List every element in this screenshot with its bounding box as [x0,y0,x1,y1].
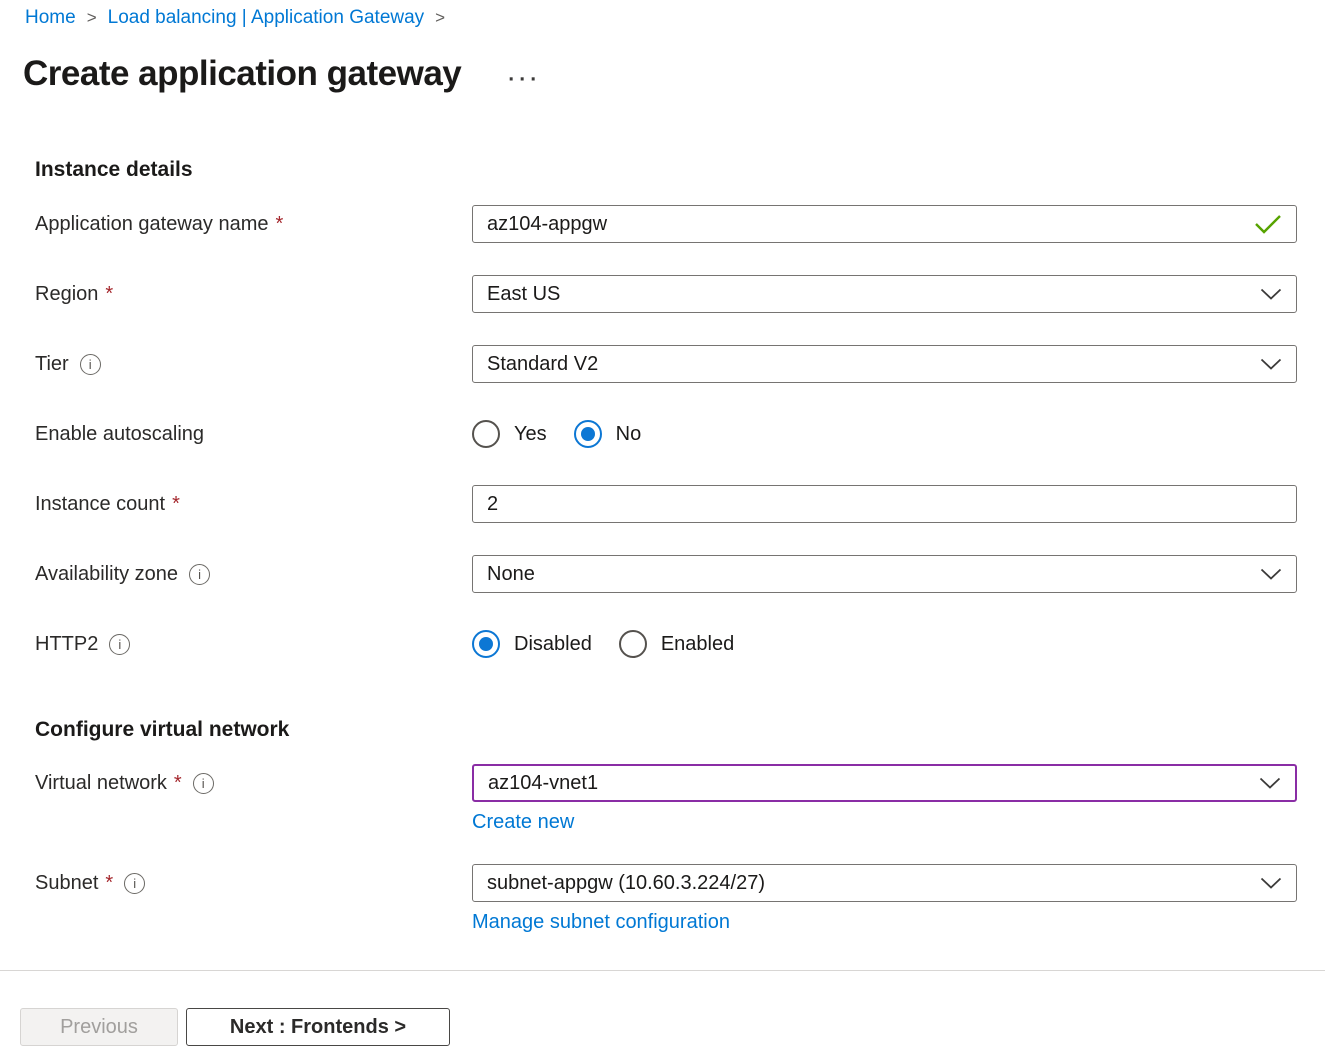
field-row-availability-zone: Availability zone i None [35,555,1297,593]
title-row: Create application gateway ··· [23,54,1325,94]
create-new-link[interactable]: Create new [472,811,574,834]
label-text: Availability zone [35,563,178,586]
autoscaling-yes-radio[interactable]: Yes [472,420,547,448]
breadcrumb-home-link[interactable]: Home [25,7,76,29]
field-row-region: Region * East US [35,275,1297,313]
instance-count-label: Instance count * [35,485,472,523]
breadcrumb-separator: > [435,8,445,28]
manage-subnet-configuration-link[interactable]: Manage subnet configuration [472,911,730,934]
info-icon[interactable]: i [193,773,214,794]
field-row-tier: Tier i Standard V2 [35,345,1297,383]
subnet-dropdown[interactable]: subnet-appgw (10.60.3.224/27) [472,864,1297,902]
chevron-down-icon [1260,358,1282,370]
tier-label: Tier i [35,345,472,383]
app-gateway-name-label: Application gateway name * [35,205,472,243]
breadcrumb: Home > Load balancing | Application Gate… [0,0,1325,29]
field-row-instance-count: Instance count * [35,485,1297,523]
virtual-network-label: Virtual network * i [35,764,472,802]
enable-autoscaling-radio-group: Yes No [472,415,1297,453]
more-menu-icon[interactable]: ··· [508,75,541,85]
instance-count-textbox [472,485,1297,523]
region-label: Region * [35,275,472,313]
label-text: Instance count [35,493,165,516]
page-title: Create application gateway [23,54,461,94]
required-asterisk: * [275,213,283,236]
radio-circle-selected-icon [472,630,500,658]
region-dropdown[interactable]: East US [472,275,1297,313]
chevron-down-icon [1260,877,1282,889]
radio-circle-selected-icon [574,420,602,448]
virtual-network-dropdown-value: az104-vnet1 [488,772,598,795]
radio-circle-icon [472,420,500,448]
field-row-virtual-network: Virtual network * i az104-vnet1 Create n… [35,764,1297,834]
subnet-label: Subnet * i [35,864,472,902]
valid-check-icon [1254,213,1282,235]
chevron-down-icon [1260,288,1282,300]
next-frontends-button[interactable]: Next : Frontends > [186,1008,450,1046]
radio-label: Disabled [514,633,592,656]
region-dropdown-value: East US [487,283,560,306]
subnet-dropdown-value: subnet-appgw (10.60.3.224/27) [487,872,765,895]
autoscaling-no-radio[interactable]: No [574,420,642,448]
previous-button[interactable]: Previous [20,1008,178,1046]
instance-count-input[interactable] [487,493,1282,516]
app-gateway-name-textbox [472,205,1297,243]
radio-label: Yes [514,423,547,446]
tier-dropdown-value: Standard V2 [487,353,598,376]
tier-dropdown[interactable]: Standard V2 [472,345,1297,383]
chevron-down-icon [1259,777,1281,789]
required-asterisk: * [172,493,180,516]
field-row-app-gateway-name: Application gateway name * [35,205,1297,243]
radio-label: Enabled [661,633,734,656]
label-text: Tier [35,353,69,376]
label-text: HTTP2 [35,633,98,656]
required-asterisk: * [105,872,113,895]
availability-zone-label: Availability zone i [35,555,472,593]
section-heading-configure-virtual-network: Configure virtual network [35,718,1297,742]
enable-autoscaling-label: Enable autoscaling [35,415,472,453]
field-row-subnet: Subnet * i subnet-appgw (10.60.3.224/27)… [35,864,1297,934]
section-heading-instance-details: Instance details [35,158,1297,182]
virtual-network-dropdown[interactable]: az104-vnet1 [472,764,1297,802]
availability-zone-dropdown-value: None [487,563,535,586]
label-text: Application gateway name [35,213,268,236]
app-gateway-name-input[interactable] [487,213,1242,236]
info-icon[interactable]: i [109,634,130,655]
label-text: Virtual network [35,772,167,795]
info-icon[interactable]: i [80,354,101,375]
required-asterisk: * [105,283,113,306]
field-row-http2: HTTP2 i Disabled Enabled [35,625,1297,663]
label-text: Subnet [35,872,98,895]
label-text: Enable autoscaling [35,423,204,446]
http2-radio-group: Disabled Enabled [472,625,1297,663]
breadcrumb-load-balancing-link[interactable]: Load balancing | Application Gateway [108,7,425,29]
http2-label: HTTP2 i [35,625,472,663]
wizard-footer: Previous Next : Frontends > [0,971,1325,1046]
http2-enabled-radio[interactable]: Enabled [619,630,734,658]
breadcrumb-separator: > [87,8,97,28]
label-text: Region [35,283,98,306]
form-content: Instance details Application gateway nam… [0,158,1325,934]
info-icon[interactable]: i [124,873,145,894]
info-icon[interactable]: i [189,564,210,585]
chevron-down-icon [1260,568,1282,580]
radio-label: No [616,423,642,446]
required-asterisk: * [174,772,182,795]
http2-disabled-radio[interactable]: Disabled [472,630,592,658]
field-row-enable-autoscaling: Enable autoscaling Yes No [35,415,1297,453]
radio-circle-icon [619,630,647,658]
availability-zone-dropdown[interactable]: None [472,555,1297,593]
